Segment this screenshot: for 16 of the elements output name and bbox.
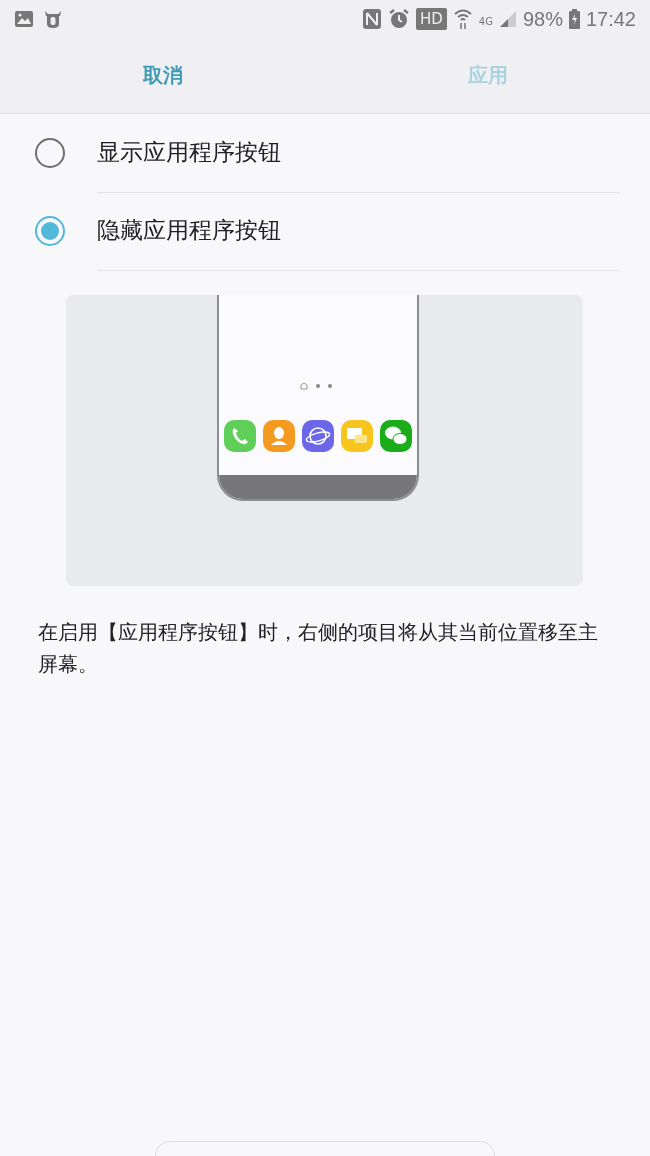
- clock-time: 17:42: [585, 7, 636, 31]
- cow-head-icon: [42, 8, 64, 30]
- option-label[interactable]: 隐藏应用程序按钮: [97, 215, 281, 246]
- battery-percent: 98%: [522, 7, 563, 31]
- battery-icon: [568, 9, 580, 29]
- option-label[interactable]: 显示应用程序按钮: [97, 137, 281, 168]
- wifi-icon: [452, 8, 473, 30]
- gallery-icon: [14, 10, 34, 28]
- nfc-icon: [361, 8, 382, 30]
- hd-badge: HD: [415, 8, 447, 30]
- alarm-icon: [387, 8, 410, 30]
- network-type: 4G: [478, 15, 493, 27]
- radio-button[interactable]: [35, 216, 65, 246]
- radio-button[interactable]: [35, 138, 65, 168]
- description-text: 在启用【应用程序按钮】时，右侧的项目将从其当前位置移至主屏幕。: [38, 619, 599, 678]
- signal-icon: [498, 10, 517, 28]
